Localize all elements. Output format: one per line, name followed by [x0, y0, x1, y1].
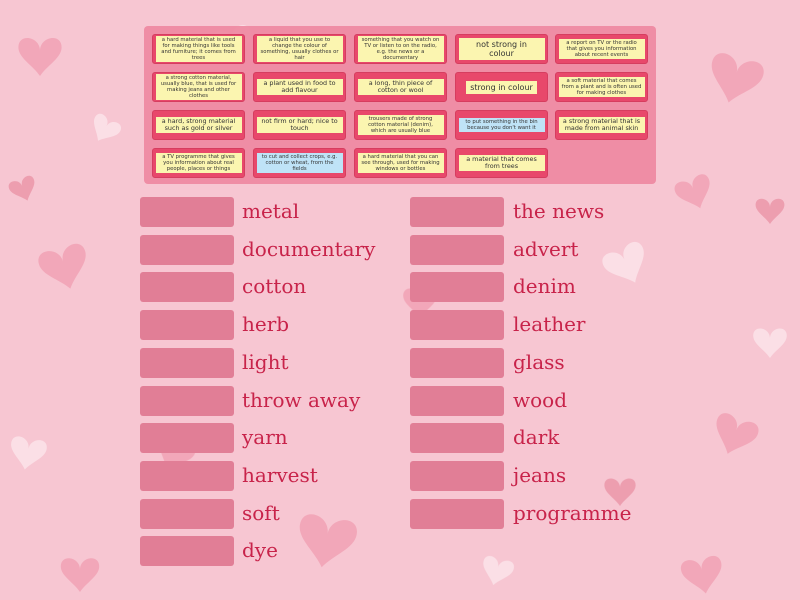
answer-word: dark: [513, 425, 560, 450]
drop-slot[interactable]: [140, 460, 234, 491]
definition-card[interactable]: to put something in the bin because you …: [455, 110, 548, 140]
answer-word: harvest: [242, 462, 318, 487]
drop-slot[interactable]: [410, 347, 504, 378]
definition-card[interactable]: strong in colour: [455, 72, 548, 102]
definition-card[interactable]: a liquid that you use to change the colo…: [253, 34, 346, 64]
answer-word: soft: [242, 500, 280, 525]
definition-card-text: something that you watch on TV or listen…: [357, 35, 444, 63]
answer-word: herb: [242, 312, 290, 337]
answer-word: cotton: [242, 274, 307, 299]
drop-slot[interactable]: [410, 234, 504, 265]
answer-word: programme: [513, 500, 632, 525]
drop-slot[interactable]: [410, 460, 504, 491]
answer-word: denim: [513, 274, 576, 299]
drop-slot[interactable]: [140, 498, 234, 529]
definition-card[interactable]: a TV programme that gives you informatio…: [152, 148, 245, 178]
answer-word: yarn: [242, 425, 288, 450]
drop-slot[interactable]: [140, 310, 234, 341]
definition-card[interactable]: a material that comes from trees: [455, 148, 548, 178]
definition-card[interactable]: something that you watch on TV or listen…: [354, 34, 447, 64]
definition-card-text: to put something in the bin because you …: [458, 117, 545, 133]
answer-word: advert: [513, 236, 579, 261]
answer-word: documentary: [242, 236, 376, 261]
definition-card-text: a hard material that is used for making …: [155, 35, 242, 63]
definition-card-text: not firm or hard; nice to touch: [256, 116, 343, 134]
drop-slot[interactable]: [140, 385, 234, 416]
definition-card-text: a plant used in food to add flavour: [256, 78, 343, 96]
drop-slot[interactable]: [140, 536, 234, 567]
answer-word: metal: [242, 199, 300, 223]
drop-slot[interactable]: [410, 385, 504, 416]
definition-card-text: a soft material that comes from a plant …: [558, 76, 645, 98]
definition-card[interactable]: a report on TV or the radio that gives y…: [555, 34, 648, 64]
drop-slot[interactable]: [410, 423, 504, 454]
definition-card[interactable]: a hard material that you can see through…: [354, 148, 447, 178]
answer-word: jeans: [513, 462, 567, 487]
definition-card[interactable]: a strong material that is made from anim…: [555, 110, 648, 140]
definition-card-text: a TV programme that gives you informatio…: [155, 152, 242, 174]
definition-card-text: a long, thin piece of cotton or wool: [357, 78, 444, 96]
definition-card[interactable]: a hard, strong material such as gold or …: [152, 110, 245, 140]
definition-card-text: a material that comes from trees: [458, 154, 545, 172]
drop-slot[interactable]: [140, 272, 234, 303]
definition-card[interactable]: a long, thin piece of cotton or wool: [354, 72, 447, 102]
definition-card-text: a hard, strong material such as gold or …: [155, 116, 242, 134]
definition-card[interactable]: a plant used in food to add flavour: [253, 72, 346, 102]
answer-word: glass: [513, 349, 565, 374]
drop-slot[interactable]: [410, 197, 504, 227]
definition-card-text: a strong cotton material, usually blue, …: [155, 73, 242, 101]
definition-card-text: not strong in colour: [458, 38, 545, 60]
drop-slot[interactable]: [140, 234, 234, 265]
definition-card-text: a liquid that you use to change the colo…: [256, 35, 343, 63]
drop-slot[interactable]: [410, 310, 504, 341]
definition-card-text: to cut and collect crops, e.g. cotton or…: [256, 152, 343, 174]
definition-card-text: trousers made of strong cotton material …: [357, 114, 444, 136]
definition-card-text: a report on TV or the radio that gives y…: [558, 38, 645, 60]
drop-slot[interactable]: [140, 197, 234, 227]
definition-card[interactable]: trousers made of strong cotton material …: [354, 110, 447, 140]
definition-card[interactable]: a soft material that comes from a plant …: [555, 72, 648, 102]
answer-word: light: [242, 349, 289, 374]
definition-card[interactable]: not strong in colour: [455, 34, 548, 64]
drop-slot[interactable]: [410, 498, 504, 529]
answer-word: throw away: [242, 387, 361, 412]
definition-card-text: a strong material that is made from anim…: [558, 116, 645, 134]
definition-card[interactable]: a hard material that is used for making …: [152, 34, 245, 64]
definition-card[interactable]: a strong cotton material, usually blue, …: [152, 72, 245, 102]
answer-word: dye: [242, 538, 278, 563]
definition-card-text: a hard material that you can see through…: [357, 152, 444, 174]
drop-slot[interactable]: [140, 347, 234, 378]
drop-slot[interactable]: [140, 423, 234, 454]
answer-word: leather: [513, 312, 586, 337]
definition-card-text: strong in colour: [466, 80, 537, 94]
definition-card[interactable]: to cut and collect crops, e.g. cotton or…: [253, 148, 346, 178]
definition-card[interactable]: not firm or hard; nice to touch: [253, 110, 346, 140]
drop-slot[interactable]: [410, 272, 504, 303]
answer-word: the news: [513, 199, 605, 223]
answer-word: wood: [513, 387, 568, 412]
